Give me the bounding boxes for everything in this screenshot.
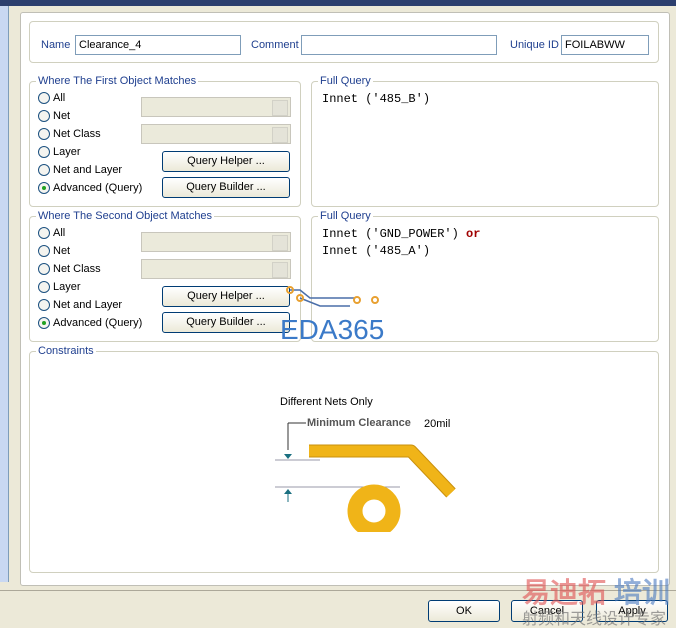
second-object-title: Where The Second Object Matches: [36, 210, 215, 222]
title-bar: [0, 0, 676, 6]
eda365-logo: EDA365: [280, 286, 384, 344]
radio-label: All: [53, 92, 66, 104]
first-radio-all[interactable]: All: [38, 92, 65, 104]
comment-input[interactable]: [301, 35, 497, 55]
constraints-group: Constraints Different Nets Only Minimum …: [29, 345, 659, 573]
radio-label: Net and Layer: [53, 164, 123, 176]
radio-circle[interactable]: [38, 317, 50, 329]
second-radio-layer[interactable]: Layer: [38, 281, 81, 293]
unique-id-input[interactable]: [561, 35, 649, 55]
name-input[interactable]: [75, 35, 241, 55]
cn-watermark: 易迪拓 培训 射频和天线设计专家: [522, 576, 670, 628]
radio-circle[interactable]: [38, 92, 50, 104]
radio-label: Layer: [53, 281, 81, 293]
radio-label: Net: [53, 110, 71, 122]
svg-text:射频和天线设计专家: 射频和天线设计专家: [522, 609, 666, 628]
second-netclass-select[interactable]: [141, 259, 291, 279]
second-query-helper-button[interactable]: Query Helper ...: [162, 286, 290, 307]
first-net-select[interactable]: [141, 97, 291, 117]
radio-circle[interactable]: [38, 263, 50, 275]
ok-button[interactable]: OK: [428, 600, 500, 622]
first-radio-net[interactable]: Net: [38, 110, 70, 122]
radio-circle[interactable]: [38, 128, 50, 140]
copper-pad: [347, 484, 401, 532]
radio-label: Net: [53, 245, 71, 257]
radio-circle[interactable]: [38, 110, 50, 122]
radio-circle[interactable]: [38, 146, 50, 158]
first-radio-net-and-layer[interactable]: Net and Layer: [38, 164, 122, 176]
svg-text:培训: 培训: [614, 576, 670, 609]
radio-circle[interactable]: [38, 227, 50, 239]
first-radio-net-class[interactable]: Net Class: [38, 128, 101, 140]
constraints-title: Constraints: [36, 345, 96, 357]
second-full-query-title: Full Query: [318, 210, 373, 222]
first-query-builder-button[interactable]: Query Builder ...: [162, 177, 290, 198]
radio-label: All: [53, 227, 66, 239]
clearance-diagram: [275, 422, 456, 532]
first-full-query-title: Full Query: [318, 75, 373, 87]
second-radio-net-class[interactable]: Net Class: [38, 263, 101, 275]
radio-circle[interactable]: [38, 245, 50, 257]
second-radio-net-and-layer[interactable]: Net and Layer: [38, 299, 122, 311]
constraint-mode[interactable]: Different Nets Only: [280, 396, 373, 408]
second-query-builder-button[interactable]: Query Builder ...: [162, 312, 290, 333]
first-netclass-select[interactable]: [141, 124, 291, 144]
arrow-down-icon: [284, 454, 292, 459]
arrow-up-icon: [284, 489, 292, 494]
radio-label: Layer: [53, 146, 81, 158]
second-query-text-1: Innet ('GND_POWER'): [322, 227, 459, 241]
second-query-line-2: Innet ('485_A'): [322, 244, 431, 258]
radio-circle[interactable]: [38, 182, 50, 194]
radio-label: Net and Layer: [53, 299, 123, 311]
radio-label: Advanced (Query): [53, 182, 143, 194]
first-full-query[interactable]: Full Query Innet ('485_B'): [311, 75, 659, 207]
first-object-title: Where The First Object Matches: [36, 75, 199, 87]
radio-label: Advanced (Query): [53, 317, 143, 329]
unique-id-label: Unique ID: [510, 39, 559, 51]
radio-circle[interactable]: [38, 299, 50, 311]
radio-label: Net Class: [53, 263, 101, 275]
comment-label: Comment: [251, 39, 299, 51]
svg-text:易迪拓: 易迪拓: [522, 576, 606, 609]
query-keyword-or: or: [466, 227, 481, 241]
dimension-leader: [287, 422, 306, 450]
first-query-helper-button[interactable]: Query Helper ...: [162, 151, 290, 172]
second-radio-advanced-query[interactable]: Advanced (Query): [38, 317, 142, 329]
second-query-line-1: Innet ('GND_POWER') or: [322, 227, 480, 241]
second-net-select[interactable]: [141, 232, 291, 252]
first-radio-advanced-query[interactable]: Advanced (Query): [38, 182, 142, 194]
first-radio-layer[interactable]: Layer: [38, 146, 81, 158]
left-scrollbar[interactable]: [0, 6, 9, 582]
radio-circle[interactable]: [38, 164, 50, 176]
first-query-text: Innet ('485_B'): [322, 92, 431, 106]
radio-label: Net Class: [53, 128, 101, 140]
radio-circle[interactable]: [38, 281, 50, 293]
name-label: Name: [41, 39, 71, 51]
svg-text:EDA365: EDA365: [280, 314, 384, 344]
second-radio-all[interactable]: All: [38, 227, 65, 239]
second-radio-net[interactable]: Net: [38, 245, 70, 257]
